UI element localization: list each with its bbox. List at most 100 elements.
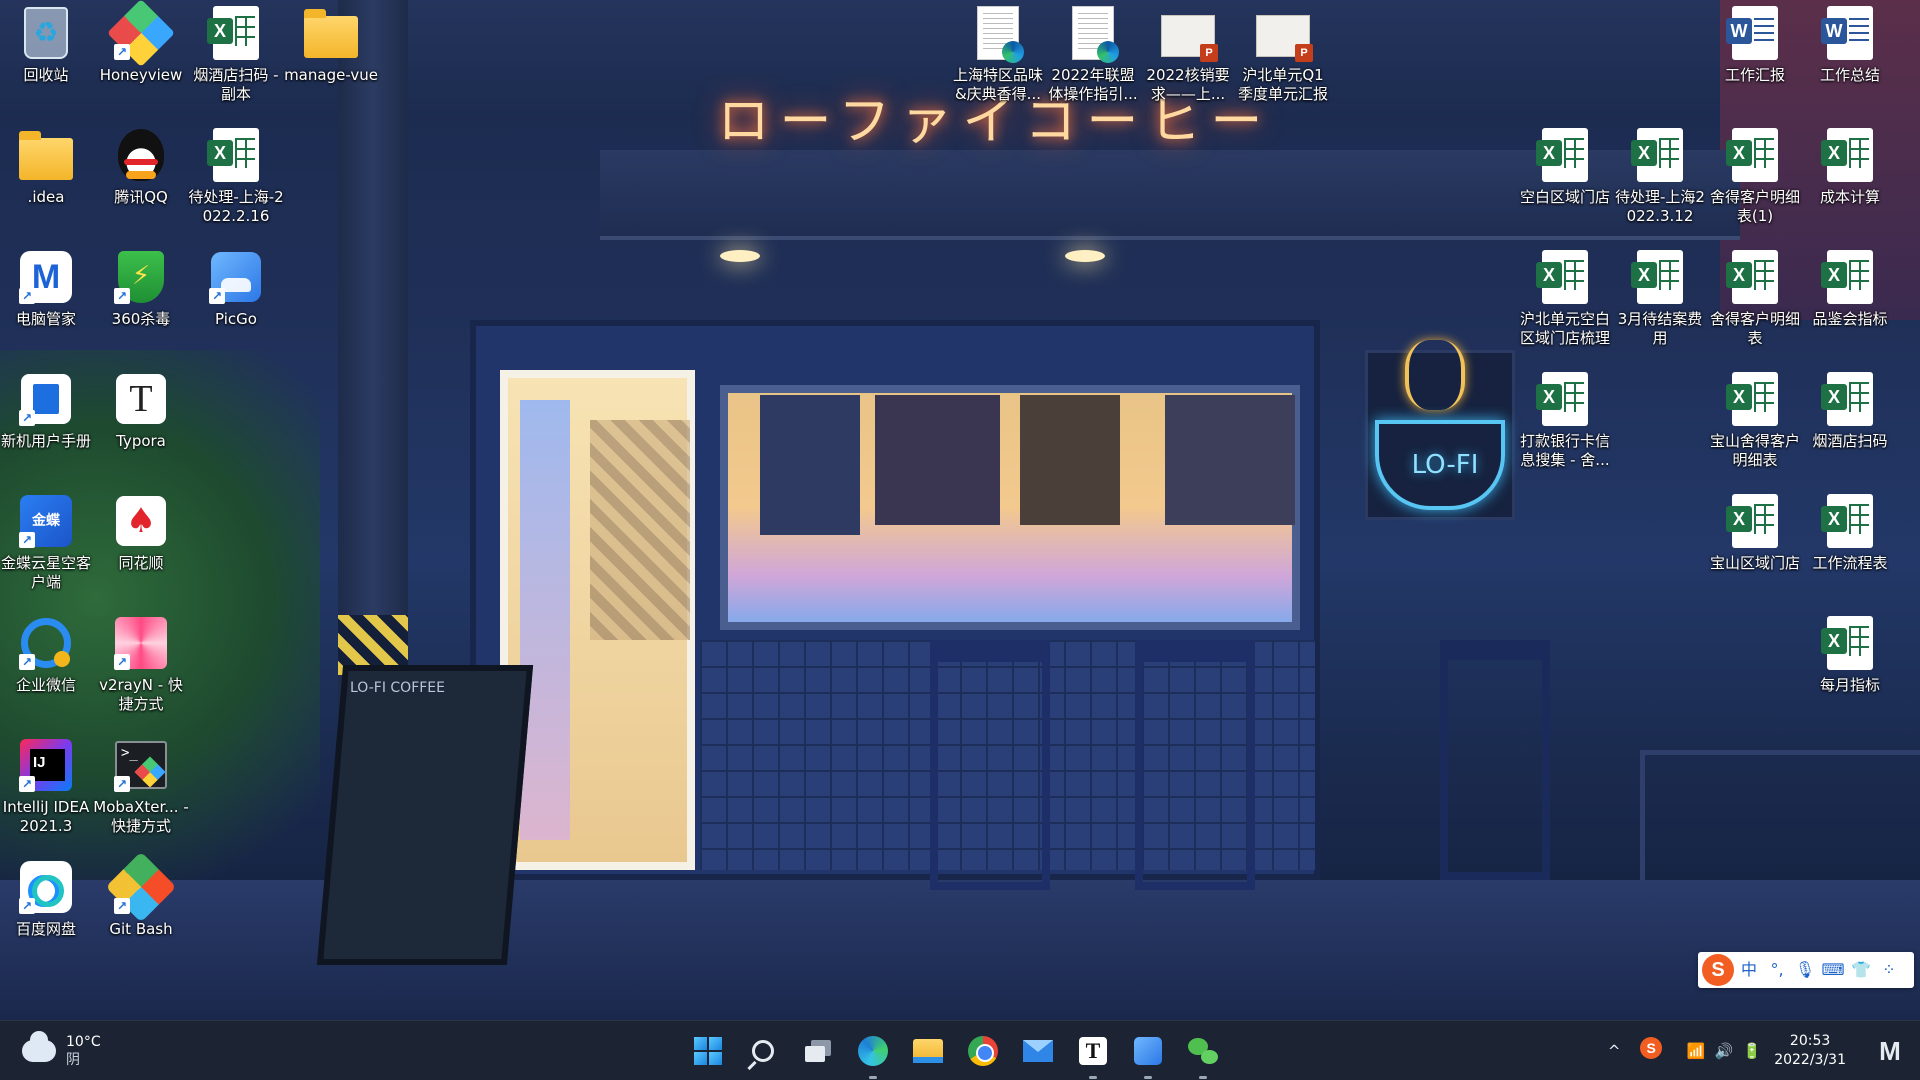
shortcut-arrow-icon: ↗ <box>114 44 130 60</box>
taskbar-wechat[interactable] <box>1185 1033 1221 1079</box>
desktop-icon-qq[interactable]: 腾讯QQ <box>95 128 187 207</box>
desktop-icon-kingdee[interactable]: 金蝶 ↗ 金蝶云星空客户端 <box>0 494 92 592</box>
desktop-icon-intellij[interactable]: ↗ IntelliJ IDEA 2021.3 <box>0 738 92 836</box>
desktop-icon-excel-file[interactable]: X 品鉴会指标 <box>1804 250 1896 329</box>
taskbar-picgo[interactable] <box>1130 1033 1166 1079</box>
desktop-icon-excel-file[interactable]: X 3月待结案费用 <box>1614 250 1706 348</box>
excel-file-icon: X <box>1821 128 1877 182</box>
desktop-icon-label: 360杀毒 <box>111 310 171 328</box>
desktop-icon-360[interactable]: ⚡ ↗ 360杀毒 <box>95 250 187 329</box>
desktop-icon-ppt-file[interactable]: P 2022核销要求——上... <box>1142 6 1234 104</box>
desktop-icon-excel-file[interactable]: X 宝山舍得客户明细表 <box>1709 372 1801 470</box>
pc-manager-icon: M ↗ <box>19 250 73 304</box>
taskbar-typora[interactable]: T <box>1075 1033 1111 1079</box>
desktop-icon-pc-manager[interactable]: M ↗ 电脑管家 <box>0 250 92 329</box>
desktop-icon-word-file[interactable]: W 工作汇报 <box>1709 6 1801 85</box>
wifi-icon[interactable]: 📶 <box>1682 1037 1710 1065</box>
recycle-bin-icon: ♻ <box>19 6 73 60</box>
ime-punctuation-toggle[interactable]: °, <box>1764 956 1790 984</box>
desktop-icon-excel-file[interactable]: X 工作流程表 <box>1804 494 1896 573</box>
desktop-icon-excel-file[interactable]: X 成本计算 <box>1804 128 1896 207</box>
excel-file-icon: X <box>1821 616 1877 670</box>
taskbar-edge[interactable] <box>855 1033 891 1079</box>
running-indicator <box>1144 1076 1152 1079</box>
desktop-icon-picgo[interactable]: ↗ PicGo <box>190 250 282 329</box>
keyboard-icon[interactable]: ⌨ <box>1820 956 1846 984</box>
battery-icon[interactable]: 🔋 <box>1738 1037 1766 1065</box>
microphone-icon[interactable]: 🎙 <box>1792 956 1818 984</box>
desktop-icon-label: 3月待结案费用 <box>1617 310 1703 347</box>
desktop-icon-label: 宝山区域门店 <box>1709 554 1800 572</box>
weather-temperature: 10°C <box>66 1034 101 1050</box>
desktop-icon-git-bash[interactable]: ↗ Git Bash <box>95 851 187 939</box>
desktop-icon-label: 企业微信 <box>15 676 76 694</box>
desktop-icon-excel-file[interactable]: X 待处理-上海-2022.2.16 <box>188 128 284 226</box>
sogou-icon: S <box>1640 1037 1663 1059</box>
word-file-icon: W <box>1726 6 1782 60</box>
start-button[interactable] <box>690 1033 726 1069</box>
desktop-icon-user-manual[interactable]: ↗ 新机用户手册 <box>0 372 92 451</box>
desktop-icon-tonghuashun[interactable]: ♠ 同花顺 <box>95 494 187 573</box>
desktop-icon-word-file[interactable]: W 工作总结 <box>1804 6 1896 85</box>
desktop-icon-ppt-file[interactable]: P 沪北单元Q1季度单元汇报 <box>1237 6 1329 104</box>
task-view-icon <box>805 1040 831 1062</box>
toolbox-grid-icon[interactable]: ⁘ <box>1876 956 1902 984</box>
desktop-icon-label: 舍得客户明细表(1) <box>1709 188 1800 225</box>
desktop-icon-label: Typora <box>116 432 166 450</box>
desktop-icon-excel-file[interactable]: X 打款银行卡信息搜集 - 舍... <box>1519 372 1611 470</box>
desktop-icon-recycle-bin[interactable]: ♻ 回收站 <box>0 6 92 85</box>
excel-file-icon: X <box>1536 250 1592 304</box>
task-view-button[interactable] <box>800 1033 836 1069</box>
search-icon <box>752 1040 774 1062</box>
shortcut-arrow-icon: ↗ <box>19 532 35 548</box>
desktop-icon-mobaxterm[interactable]: >_ ↗ MobaXter... - 快捷方式 <box>93 738 189 836</box>
desktop-icon-excel-file[interactable]: X 舍得客户明细表 <box>1709 250 1801 348</box>
desktop-icon-excel-file[interactable]: X 沪北单元空白区域门店梳理 <box>1519 250 1611 348</box>
desktop-icon-baidu-netdisk[interactable]: ↗ 百度网盘 <box>0 860 92 939</box>
desktop-icon-excel-file[interactable]: X 烟酒店扫码 - 副本 <box>190 6 282 104</box>
clock[interactable]: 20:53 2022/3/31 <box>1774 1032 1846 1070</box>
weather-widget[interactable]: 10°C 阴 <box>22 1029 101 1073</box>
desktop-icon-label: 打款银行卡信息搜集 - 舍... <box>1519 432 1610 469</box>
skin-shirt-icon[interactable]: 👕 <box>1848 956 1874 984</box>
excel-file-icon: X <box>1726 372 1782 426</box>
desktop-icon-excel-file[interactable]: X 空白区域门店 <box>1519 128 1611 207</box>
desktop-icon-excel-file[interactable]: X 烟酒店扫码 <box>1804 372 1896 451</box>
chrome-icon <box>968 1036 998 1066</box>
desktop-icon-pdf-doc[interactable]: 2022年联盟体操作指引... <box>1047 6 1139 104</box>
desktop-icon-idea-folder[interactable]: .idea <box>0 128 92 207</box>
desktop-icon-label: 同花顺 <box>118 554 164 572</box>
desktop-icon-v2rayn[interactable]: ↗ v2rayN - 快捷方式 <box>95 616 187 714</box>
desktop-icon-typora[interactable]: T Typora <box>95 372 187 451</box>
shortcut-arrow-icon: ↗ <box>19 288 35 304</box>
desktop-icon-label: IntelliJ IDEA 2021.3 <box>2 798 90 835</box>
pc-manager-tray-icon[interactable]: M <box>1870 1031 1910 1071</box>
ime-toolbar[interactable]: S 中 °, 🎙 ⌨ 👕 ⁘ <box>1698 952 1914 988</box>
taskbar-chrome[interactable] <box>965 1033 1001 1069</box>
tray-sogou[interactable]: S <box>1640 1037 1668 1065</box>
search-button[interactable] <box>745 1033 781 1069</box>
kingdee-icon: 金蝶 ↗ <box>19 494 73 548</box>
taskbar-file-explorer[interactable] <box>910 1033 946 1069</box>
wechat-icon <box>1188 1038 1218 1064</box>
desktop-icon-excel-file[interactable]: X 舍得客户明细表(1) <box>1709 128 1801 226</box>
desktop-icon-pdf-doc[interactable]: 上海特区品味&庆典香得... <box>952 6 1044 104</box>
desktop-icon-wework[interactable]: ↗ 企业微信 <box>0 616 92 695</box>
desktop-icon-manage-vue-folder[interactable]: manage-vue <box>284 6 378 85</box>
volume-icon[interactable]: 🔊 <box>1710 1037 1738 1065</box>
show-hidden-icons-chevron-icon[interactable]: ^ <box>1600 1037 1628 1065</box>
desktop-icon-honeyview[interactable]: ↗ Honeyview <box>95 0 187 85</box>
wallpaper-menu-board <box>760 395 860 535</box>
desktop-icon-label: 电脑管家 <box>15 310 76 328</box>
edge-browser-icon <box>858 1036 888 1066</box>
ime-mode-toggle[interactable]: 中 <box>1736 956 1762 984</box>
mail-icon <box>1023 1040 1053 1062</box>
sogou-logo-icon[interactable]: S <box>1702 954 1734 986</box>
desktop-icon-excel-file[interactable]: X 宝山区域门店 <box>1709 494 1801 573</box>
desktop-icon-excel-file[interactable]: X 待处理-上海2022.3.12 <box>1614 128 1706 226</box>
desktop-icon-excel-file[interactable]: X 每月指标 <box>1804 616 1896 695</box>
desktop-icon-label: Honeyview <box>99 66 183 84</box>
typora-icon: T <box>1079 1037 1107 1065</box>
taskbar-mail[interactable] <box>1020 1033 1056 1069</box>
desktop-icon-label: v2rayN - 快捷方式 <box>99 676 183 713</box>
